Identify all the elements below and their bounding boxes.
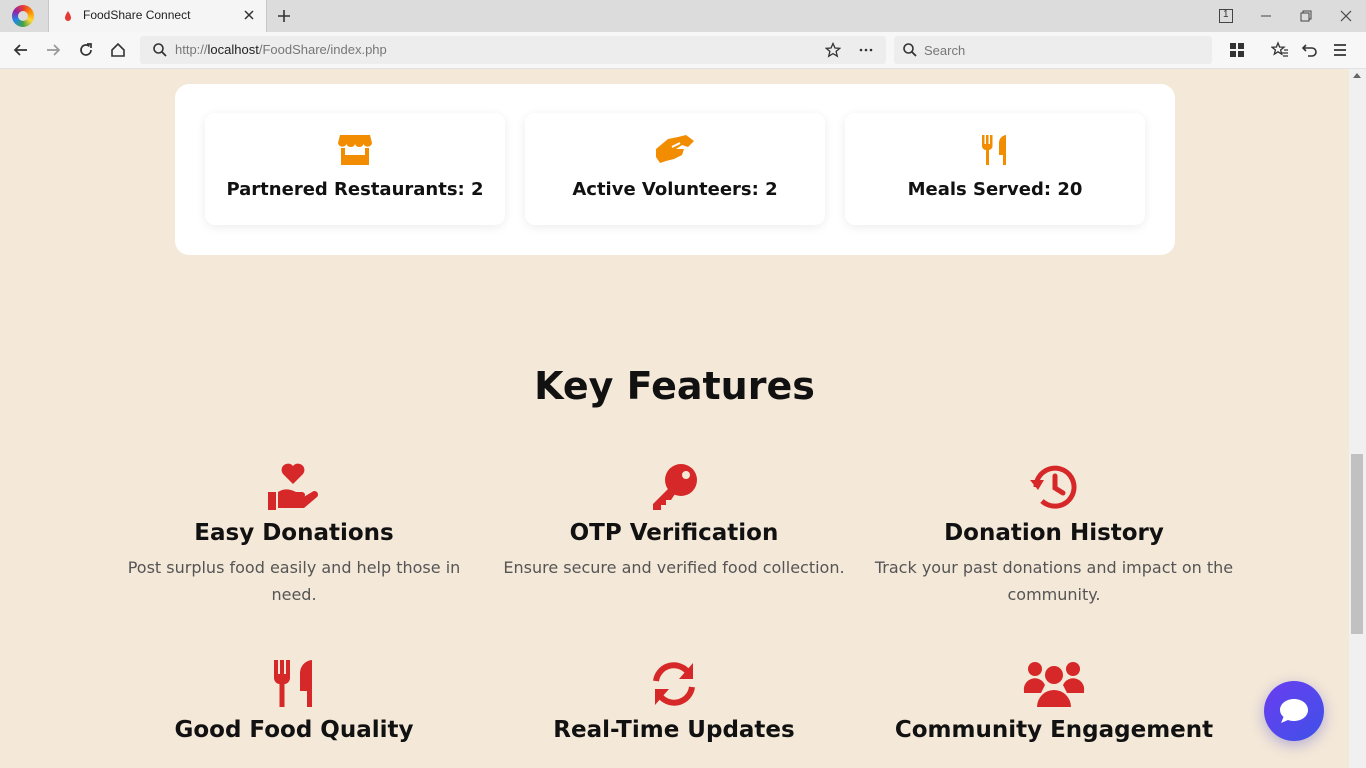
more-dots-icon[interactable] (858, 42, 874, 58)
heart-hand-icon (268, 463, 319, 510)
feature-title: Community Engagement (894, 717, 1214, 743)
grid-apps-icon[interactable] (1228, 41, 1246, 59)
stat-label: Meals Served: 20 (907, 179, 1083, 200)
sync-icon (653, 662, 695, 706)
restore-icon[interactable] (1298, 8, 1314, 24)
page-scrollbar[interactable] (1349, 69, 1366, 768)
utensils-icon (982, 135, 1006, 165)
feature-title: Real-Time Updates (553, 717, 795, 743)
tab-counter-icon[interactable]: 1 (1218, 8, 1234, 24)
tab-title: FoodShare Connect (83, 8, 191, 22)
search-icon (903, 43, 917, 57)
url-text: http://localhost/FoodShare/index.php (175, 42, 387, 57)
home-icon[interactable] (109, 41, 127, 59)
close-window-icon[interactable] (1338, 8, 1354, 24)
page-viewport: Partnered Restaurants: 2 Active Voluntee… (0, 69, 1349, 768)
browser-tab-bar: FoodShare Connect 1 (0, 0, 1366, 32)
stat-card-restaurants: Partnered Restaurants: 2 (205, 113, 505, 225)
new-tab-icon[interactable] (276, 8, 292, 24)
feature-title: Donation History (944, 520, 1164, 546)
favicon-icon (65, 11, 71, 21)
reload-icon[interactable] (77, 41, 95, 59)
stat-card-meals: Meals Served: 20 (845, 113, 1145, 225)
url-path: /FoodShare/index.php (258, 42, 387, 57)
handshake-icon (656, 135, 694, 163)
url-host: localhost (207, 42, 259, 57)
feature-community-engagement: Community Engagement (864, 659, 1244, 743)
minimize-icon[interactable] (1258, 8, 1274, 24)
store-icon (338, 135, 372, 165)
stat-label: Active Volunteers: 2 (572, 179, 778, 200)
forward-icon[interactable] (44, 41, 62, 59)
close-tab-icon[interactable] (242, 8, 256, 22)
browser-logo-icon[interactable] (12, 5, 34, 27)
utensils-icon (273, 660, 312, 707)
chat-bubble-icon (1280, 699, 1308, 723)
stats-panel: Partnered Restaurants: 2 Active Voluntee… (175, 84, 1175, 255)
back-icon[interactable] (12, 41, 30, 59)
menu-icon[interactable] (1331, 41, 1349, 59)
chat-button[interactable] (1264, 681, 1324, 741)
tab-counter-value: 1 (1223, 9, 1229, 20)
users-icon (1023, 662, 1085, 707)
key-icon (653, 464, 697, 510)
scroll-up-arrow-icon[interactable] (1353, 73, 1361, 78)
search-input[interactable] (924, 40, 1194, 60)
search-box[interactable] (894, 36, 1212, 64)
url-prefix: http:// (175, 42, 208, 57)
scroll-thumb[interactable] (1351, 454, 1363, 634)
features-title: Key Features (534, 364, 815, 408)
feature-description: Post surplus food easily and help those … (127, 558, 461, 604)
feature-title: Easy Donations (194, 520, 394, 546)
url-bar[interactable]: http://localhost/FoodShare/index.php (140, 36, 886, 64)
feature-description: Track your past donations and impact on … (874, 558, 1234, 604)
feature-title: Good Food Quality (174, 717, 414, 743)
feature-description: Ensure secure and verified food collecti… (503, 558, 845, 577)
feature-easy-donations: Easy Donations Post surplus food easily … (104, 462, 484, 608)
history-icon (1030, 465, 1077, 509)
feature-title: OTP Verification (569, 520, 779, 546)
feature-real-time-updates: Real-Time Updates (484, 659, 864, 743)
star-bookmark-icon[interactable] (825, 42, 841, 58)
feature-otp-verification: OTP Verification Ensure secure and verif… (484, 462, 864, 581)
browser-tab[interactable]: FoodShare Connect (48, 0, 267, 32)
search-icon (153, 43, 167, 57)
undo-icon[interactable] (1301, 41, 1319, 59)
favorites-list-icon[interactable] (1271, 41, 1289, 59)
stat-label: Partnered Restaurants: 2 (226, 179, 484, 200)
feature-donation-history: Donation History Track your past donatio… (864, 462, 1244, 608)
stat-card-volunteers: Active Volunteers: 2 (525, 113, 825, 225)
browser-toolbar: http://localhost/FoodShare/index.php (0, 32, 1366, 69)
feature-good-food-quality: Good Food Quality (104, 659, 484, 743)
